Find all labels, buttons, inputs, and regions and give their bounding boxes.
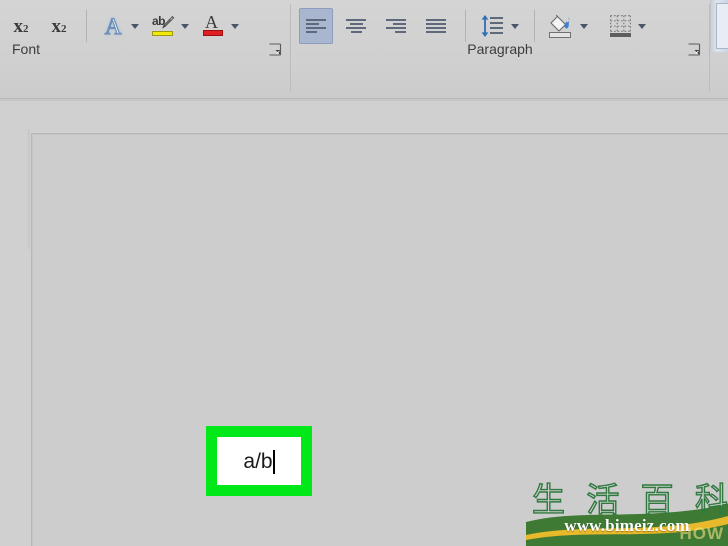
fraction-textbox[interactable]: a/b bbox=[206, 426, 312, 496]
watermark: 生 活 百 科 HOW www.bimeiz.com bbox=[526, 478, 728, 546]
ribbon-group-paragraph: Paragraph bbox=[291, 0, 709, 66]
watermark-url: www.bimeiz.com bbox=[564, 516, 690, 535]
ribbon: x2 x2 A ab A Font Paragraph bbox=[0, 0, 728, 101]
font-dialog-launcher[interactable] bbox=[268, 43, 282, 57]
paragraph-group-label-row: Paragraph bbox=[291, 32, 709, 66]
watermark-char-4: 科 bbox=[694, 479, 728, 519]
text-cursor bbox=[272, 450, 275, 474]
font-group-label-row: Font bbox=[0, 32, 290, 66]
watermark-char-1: 生 bbox=[531, 479, 565, 519]
fraction-textbox-inner[interactable]: a/b bbox=[217, 437, 301, 485]
paragraph-dialog-launcher[interactable] bbox=[687, 43, 701, 57]
fraction-text: a/b bbox=[243, 449, 273, 473]
ribbon-group-font: x2 x2 A ab A Font bbox=[0, 0, 290, 66]
word-application-window: x2 x2 A ab A Font Paragraph a/b 生 活 百 科 … bbox=[0, 0, 728, 546]
pen-glyph bbox=[162, 15, 175, 29]
watermark-cjk-title: 生 活 百 科 bbox=[531, 479, 728, 519]
document-workspace: a/b 生 活 百 科 HOW www.bimeiz.com bbox=[0, 101, 728, 546]
page-left-shadow bbox=[26, 129, 30, 249]
font-group-label: Font bbox=[12, 41, 41, 57]
paragraph-group-label: Paragraph bbox=[467, 41, 533, 57]
watermark-char-3: 百 bbox=[640, 479, 674, 519]
ribbon-button-rows: x2 x2 A ab A Font Paragraph bbox=[0, 0, 728, 92]
watermark-char-2: 活 bbox=[586, 479, 620, 519]
ribbon-overflow-panel[interactable] bbox=[710, 0, 728, 52]
ribbon-overflow-panel-inner bbox=[716, 3, 728, 49]
